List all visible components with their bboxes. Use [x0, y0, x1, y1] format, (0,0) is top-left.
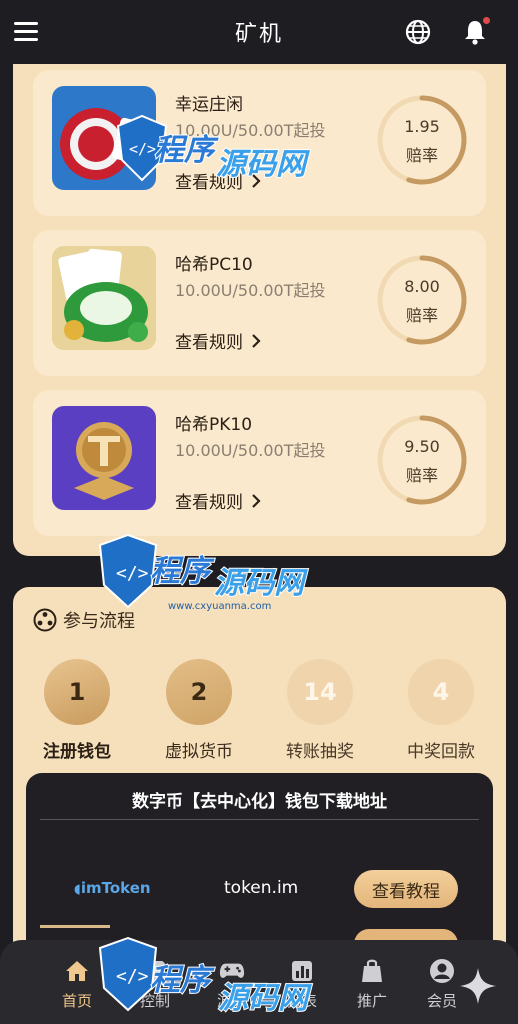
- wallet-row: ◖imToken token.im 查看教程: [26, 870, 493, 910]
- gamepad-icon: [219, 958, 245, 984]
- nav-item-control[interactable]: 控制: [125, 958, 185, 1011]
- view-rules-link[interactable]: 查看规则: [175, 168, 261, 193]
- tether-coin-icon: [52, 406, 156, 510]
- next-row-peek: [40, 925, 110, 928]
- game-card[interactable]: 哈希PC10 10.00U/50.00T起投 查看规则 8.00 赔率: [33, 230, 486, 376]
- nav-item-reports[interactable]: 报表: [272, 958, 332, 1011]
- odds-ring: [377, 415, 467, 505]
- step-item: 1 注册钱包: [22, 659, 132, 762]
- bag-icon: [359, 958, 385, 984]
- view-rules-link[interactable]: 查看规则: [175, 488, 261, 513]
- imtoken-logo: ◖imToken: [74, 879, 151, 897]
- process-title: 参与流程: [63, 611, 135, 632]
- odds-label: 赔率: [405, 306, 438, 325]
- odds-value: 9.50: [404, 437, 440, 456]
- chevron-right-icon: [252, 173, 261, 188]
- sparkle-icon[interactable]: [460, 968, 496, 1008]
- game-min-bet: 10.00U/50.00T起投: [175, 121, 326, 140]
- step-item: 4 中奖回款: [386, 659, 496, 762]
- poker-chip-icon: ♠: [52, 86, 156, 190]
- game-name: 哈希PK10: [175, 415, 253, 435]
- svg-text:</>: </>: [116, 563, 149, 584]
- chip-cards-icon: [52, 246, 156, 350]
- game-name: 哈希PC10: [175, 255, 253, 275]
- nav-label: 游戏: [216, 992, 247, 1010]
- nav-item-promote[interactable]: 推广: [342, 958, 402, 1011]
- nav-item-games[interactable]: 游戏: [202, 958, 262, 1011]
- step-label: 中奖回款: [407, 742, 475, 762]
- view-rules-label: 查看规则: [175, 173, 243, 193]
- chevron-right-icon: [252, 493, 261, 508]
- odds-label: 赔率: [405, 466, 438, 485]
- top-bar: 矿机: [0, 0, 518, 64]
- divider: [40, 819, 479, 820]
- step-number: 1: [44, 659, 110, 725]
- page-title: 矿机: [234, 22, 283, 47]
- nav-item-home[interactable]: 首页: [47, 958, 107, 1011]
- hamburger-icon[interactable]: [14, 22, 38, 42]
- view-rules-label: 查看规则: [175, 493, 243, 513]
- view-rules-link[interactable]: 查看规则: [175, 328, 261, 353]
- odds-ring: [377, 95, 467, 185]
- nav-label: 报表: [286, 992, 317, 1010]
- step-label: 转账抽奖: [286, 742, 354, 762]
- game-name: 幸运庄闲: [175, 95, 243, 115]
- odds-ring: [377, 255, 467, 345]
- wallet-brand: imToken: [80, 879, 151, 897]
- bell-icon[interactable]: [462, 17, 490, 50]
- odds-label: 赔率: [405, 146, 438, 165]
- game-min-bet: 10.00U/50.00T起投: [175, 281, 326, 300]
- film-reel-icon: [33, 608, 57, 632]
- odds-value: 1.95: [404, 117, 440, 136]
- chevron-right-icon: [252, 333, 261, 348]
- odds-value: 8.00: [404, 277, 440, 296]
- games-panel: ♠ 幸运庄闲 10.00U/50.00T起投 查看规则 1.95 赔率 哈希PC…: [13, 58, 506, 556]
- step-number: 2: [166, 659, 232, 725]
- nav-label: 首页: [61, 992, 92, 1010]
- step-item: 14 转账抽奖: [265, 659, 375, 762]
- wallet-title: 数字币【去中心化】钱包下载地址: [132, 792, 387, 812]
- user-icon: [429, 958, 455, 984]
- home-icon: [64, 958, 90, 984]
- svg-text:♠: ♠: [124, 132, 140, 153]
- step-label: 注册钱包: [43, 742, 111, 762]
- watermark-text: 程序: [150, 554, 215, 589]
- view-rules-label: 查看规则: [175, 333, 243, 353]
- wallet-url[interactable]: token.im: [224, 878, 298, 898]
- process-header: 参与流程: [33, 607, 135, 633]
- nav-label: 推广: [356, 992, 387, 1010]
- step-number: 14: [287, 659, 353, 725]
- step-label: 虚拟货币: [165, 742, 233, 762]
- step-number: 4: [408, 659, 474, 725]
- dice-icon: [142, 958, 168, 984]
- chart-icon: [289, 958, 315, 984]
- notification-dot: [483, 17, 490, 24]
- view-tutorial-button[interactable]: 查看教程: [354, 870, 458, 908]
- game-min-bet: 10.00U/50.00T起投: [175, 441, 326, 460]
- step-item: 2 虚拟货币: [144, 659, 254, 762]
- nav-label: 控制: [139, 992, 170, 1010]
- bottom-nav: 首页 控制 游戏 报表 推广 会员: [0, 940, 518, 1024]
- game-card[interactable]: ♠ 幸运庄闲 10.00U/50.00T起投 查看规则 1.95 赔率: [33, 70, 486, 216]
- game-card[interactable]: 哈希PK10 10.00U/50.00T起投 查看规则 9.50 赔率: [33, 390, 486, 536]
- globe-icon[interactable]: [404, 18, 432, 50]
